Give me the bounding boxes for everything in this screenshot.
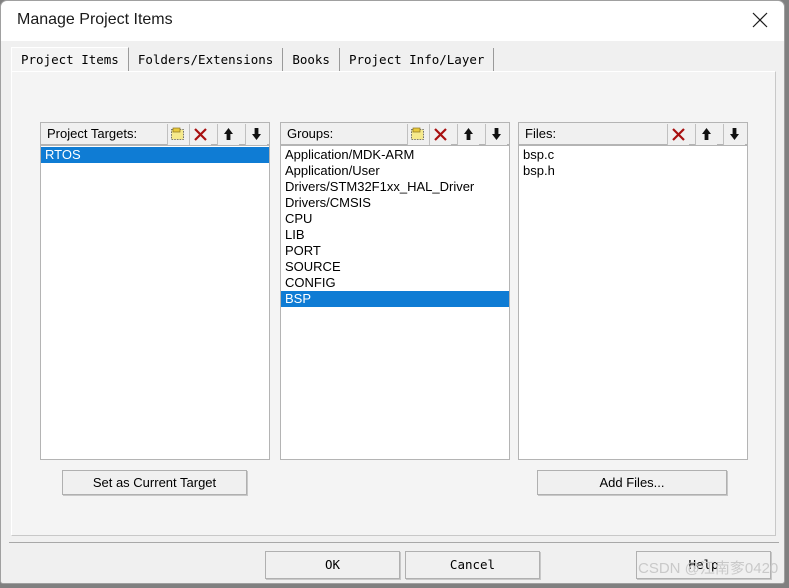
- close-icon-glyph: [752, 12, 768, 28]
- project-targets-label: Project Targets:: [47, 126, 138, 141]
- files-listbox[interactable]: bsp.c bsp.h: [518, 145, 748, 460]
- list-item[interactable]: Application/User: [281, 163, 509, 179]
- tab-project-items[interactable]: Project Items: [11, 47, 129, 71]
- set-as-current-target-button[interactable]: Set as Current Target: [62, 470, 247, 495]
- groups-delete-x-icon[interactable]: [429, 124, 451, 145]
- help-button[interactable]: Help: [636, 551, 771, 579]
- list-item[interactable]: CPU: [281, 211, 509, 227]
- tab-strip: Project Items Folders/Extensions Books Proj…: [11, 47, 495, 72]
- move-down-arrow-icon-glyph: [252, 128, 261, 140]
- groups-new-item-icon[interactable]: [407, 124, 429, 145]
- list-item[interactable]: Drivers/STM32F1xx_HAL_Driver: [281, 179, 509, 195]
- close-icon[interactable]: [736, 1, 784, 39]
- list-item[interactable]: PORT: [281, 243, 509, 259]
- new-item-icon-glyph: [171, 127, 184, 140]
- move-down-arrow-icon-glyph: [730, 128, 739, 140]
- list-item[interactable]: CONFIG: [281, 275, 509, 291]
- list-item[interactable]: BSP: [281, 291, 509, 307]
- project-targets-header: Project Targets:: [40, 122, 270, 145]
- files-move-down-arrow-icon[interactable]: [723, 124, 745, 145]
- delete-x-icon-glyph: [672, 128, 685, 141]
- move-down-arrow-icon-glyph: [492, 128, 501, 140]
- project-items-panel: Project Targets: RTOS Groups: Applicatio…: [11, 71, 776, 536]
- list-item[interactable]: Drivers/CMSIS: [281, 195, 509, 211]
- add-files-button[interactable]: Add Files...: [537, 470, 727, 495]
- targets-move-down-arrow-icon[interactable]: [245, 124, 267, 145]
- list-item[interactable]: SOURCE: [281, 259, 509, 275]
- list-item[interactable]: RTOS: [41, 147, 269, 163]
- footer-separator: [9, 542, 779, 543]
- groups-listbox[interactable]: Application/MDK-ARM Application/User Dri…: [280, 145, 510, 460]
- move-up-arrow-icon-glyph: [464, 128, 473, 140]
- delete-x-icon-glyph: [434, 128, 447, 141]
- targets-delete-x-icon[interactable]: [189, 124, 211, 145]
- tab-folders-extensions[interactable]: Folders/Extensions: [129, 48, 284, 72]
- dialog-title: Manage Project Items: [17, 11, 173, 28]
- targets-new-item-icon[interactable]: [167, 124, 189, 145]
- move-up-arrow-icon-glyph: [224, 128, 233, 140]
- list-item[interactable]: Application/MDK-ARM: [281, 147, 509, 163]
- groups-move-up-arrow-icon[interactable]: [457, 124, 479, 145]
- tab-books[interactable]: Books: [283, 48, 340, 72]
- groups-label: Groups:: [287, 126, 334, 141]
- files-delete-x-icon[interactable]: [667, 124, 689, 145]
- move-up-arrow-icon-glyph: [702, 128, 711, 140]
- list-item[interactable]: bsp.h: [519, 163, 747, 179]
- list-item[interactable]: bsp.c: [519, 147, 747, 163]
- new-item-icon-glyph: [411, 127, 424, 140]
- title-bar: Manage Project Items: [1, 1, 784, 41]
- project-targets-listbox[interactable]: RTOS: [40, 145, 270, 460]
- cancel-button[interactable]: Cancel: [405, 551, 540, 579]
- groups-move-down-arrow-icon[interactable]: [485, 124, 507, 145]
- delete-x-icon-glyph: [194, 128, 207, 141]
- groups-header: Groups:: [280, 122, 510, 145]
- files-header: Files:: [518, 122, 748, 145]
- list-item[interactable]: LIB: [281, 227, 509, 243]
- tab-project-info-layer[interactable]: Project Info/Layer: [340, 48, 495, 72]
- files-move-up-arrow-icon[interactable]: [695, 124, 717, 145]
- manage-project-items-dialog: Manage Project Items Project Items Folder…: [0, 0, 785, 584]
- files-label: Files:: [525, 126, 557, 141]
- targets-move-up-arrow-icon[interactable]: [217, 124, 239, 145]
- ok-button[interactable]: OK: [265, 551, 400, 579]
